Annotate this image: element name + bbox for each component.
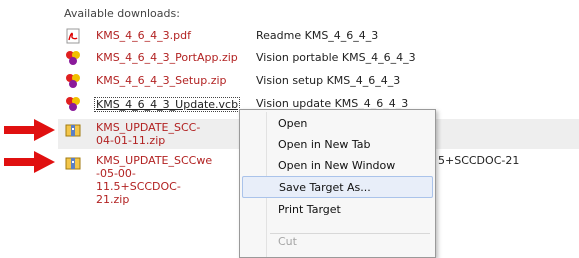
annotation-arrow-icon (4, 119, 55, 141)
pdf-icon (65, 28, 81, 44)
menu-item-open-new-window[interactable]: Open in New Window (242, 155, 431, 175)
archive-icon (65, 122, 81, 138)
archive-icon (65, 155, 81, 171)
menu-item-save-target-as[interactable]: Save Target As... (242, 176, 433, 198)
download-link[interactable]: KMS_4_6_4_3_Update.vcb (94, 97, 241, 112)
download-description: Vision setup KMS_4_6_4_3 (256, 74, 401, 87)
download-link-line: 21.zip (96, 193, 130, 206)
download-row: KMS_4_6_4_3.pdf Readme KMS_4_6_4_3 (58, 26, 579, 45)
download-link-line: 11.5+SCCDOC- (96, 180, 181, 193)
download-link-line: -05-00- (96, 167, 136, 180)
download-row: KMS_4_6_4_3_PortApp.zip Vision portable … (58, 48, 579, 67)
download-link[interactable]: KMS_UPDATE_SCCwe -05-00- 11.5+SCCDOC- 21… (96, 154, 212, 206)
download-description: Readme KMS_4_6_4_3 (256, 29, 379, 42)
download-description: 5+SCCDOC-21 (438, 154, 520, 167)
download-row: KMS_4_6_4_3_Setup.zip Vision setup KMS_4… (58, 71, 579, 90)
download-link[interactable]: KMS_4_6_4_3_Setup.zip (96, 74, 227, 87)
download-description: Vision portable KMS_4_6_4_3 (256, 51, 416, 64)
download-link-line: KMS_UPDATE_SCCwe (96, 154, 213, 167)
download-link[interactable]: KMS_UPDATE_SCC- 04-01-11.zip (96, 121, 200, 147)
vision-app-icon (65, 73, 81, 89)
menu-item-open-new-tab[interactable]: Open in New Tab (242, 134, 431, 154)
menu-item-print-target[interactable]: Print Target (242, 199, 431, 219)
vision-app-icon (65, 50, 81, 66)
context-menu: Open Open in New Tab Open in New Window … (239, 109, 436, 258)
download-link[interactable]: KMS_4_6_4_3_PortApp.zip (96, 51, 238, 64)
download-link-line: KMS_UPDATE_SCC- (96, 121, 201, 134)
vision-app-icon (65, 96, 81, 112)
menu-item-open[interactable]: Open (242, 113, 431, 133)
page-heading: Available downloads: (64, 7, 180, 20)
download-link[interactable]: KMS_4_6_4_3.pdf (96, 29, 191, 42)
download-link-line: 04-01-11.zip (96, 134, 166, 147)
annotation-arrow-icon (4, 151, 55, 173)
menu-item-cut[interactable]: Cut (242, 231, 431, 251)
